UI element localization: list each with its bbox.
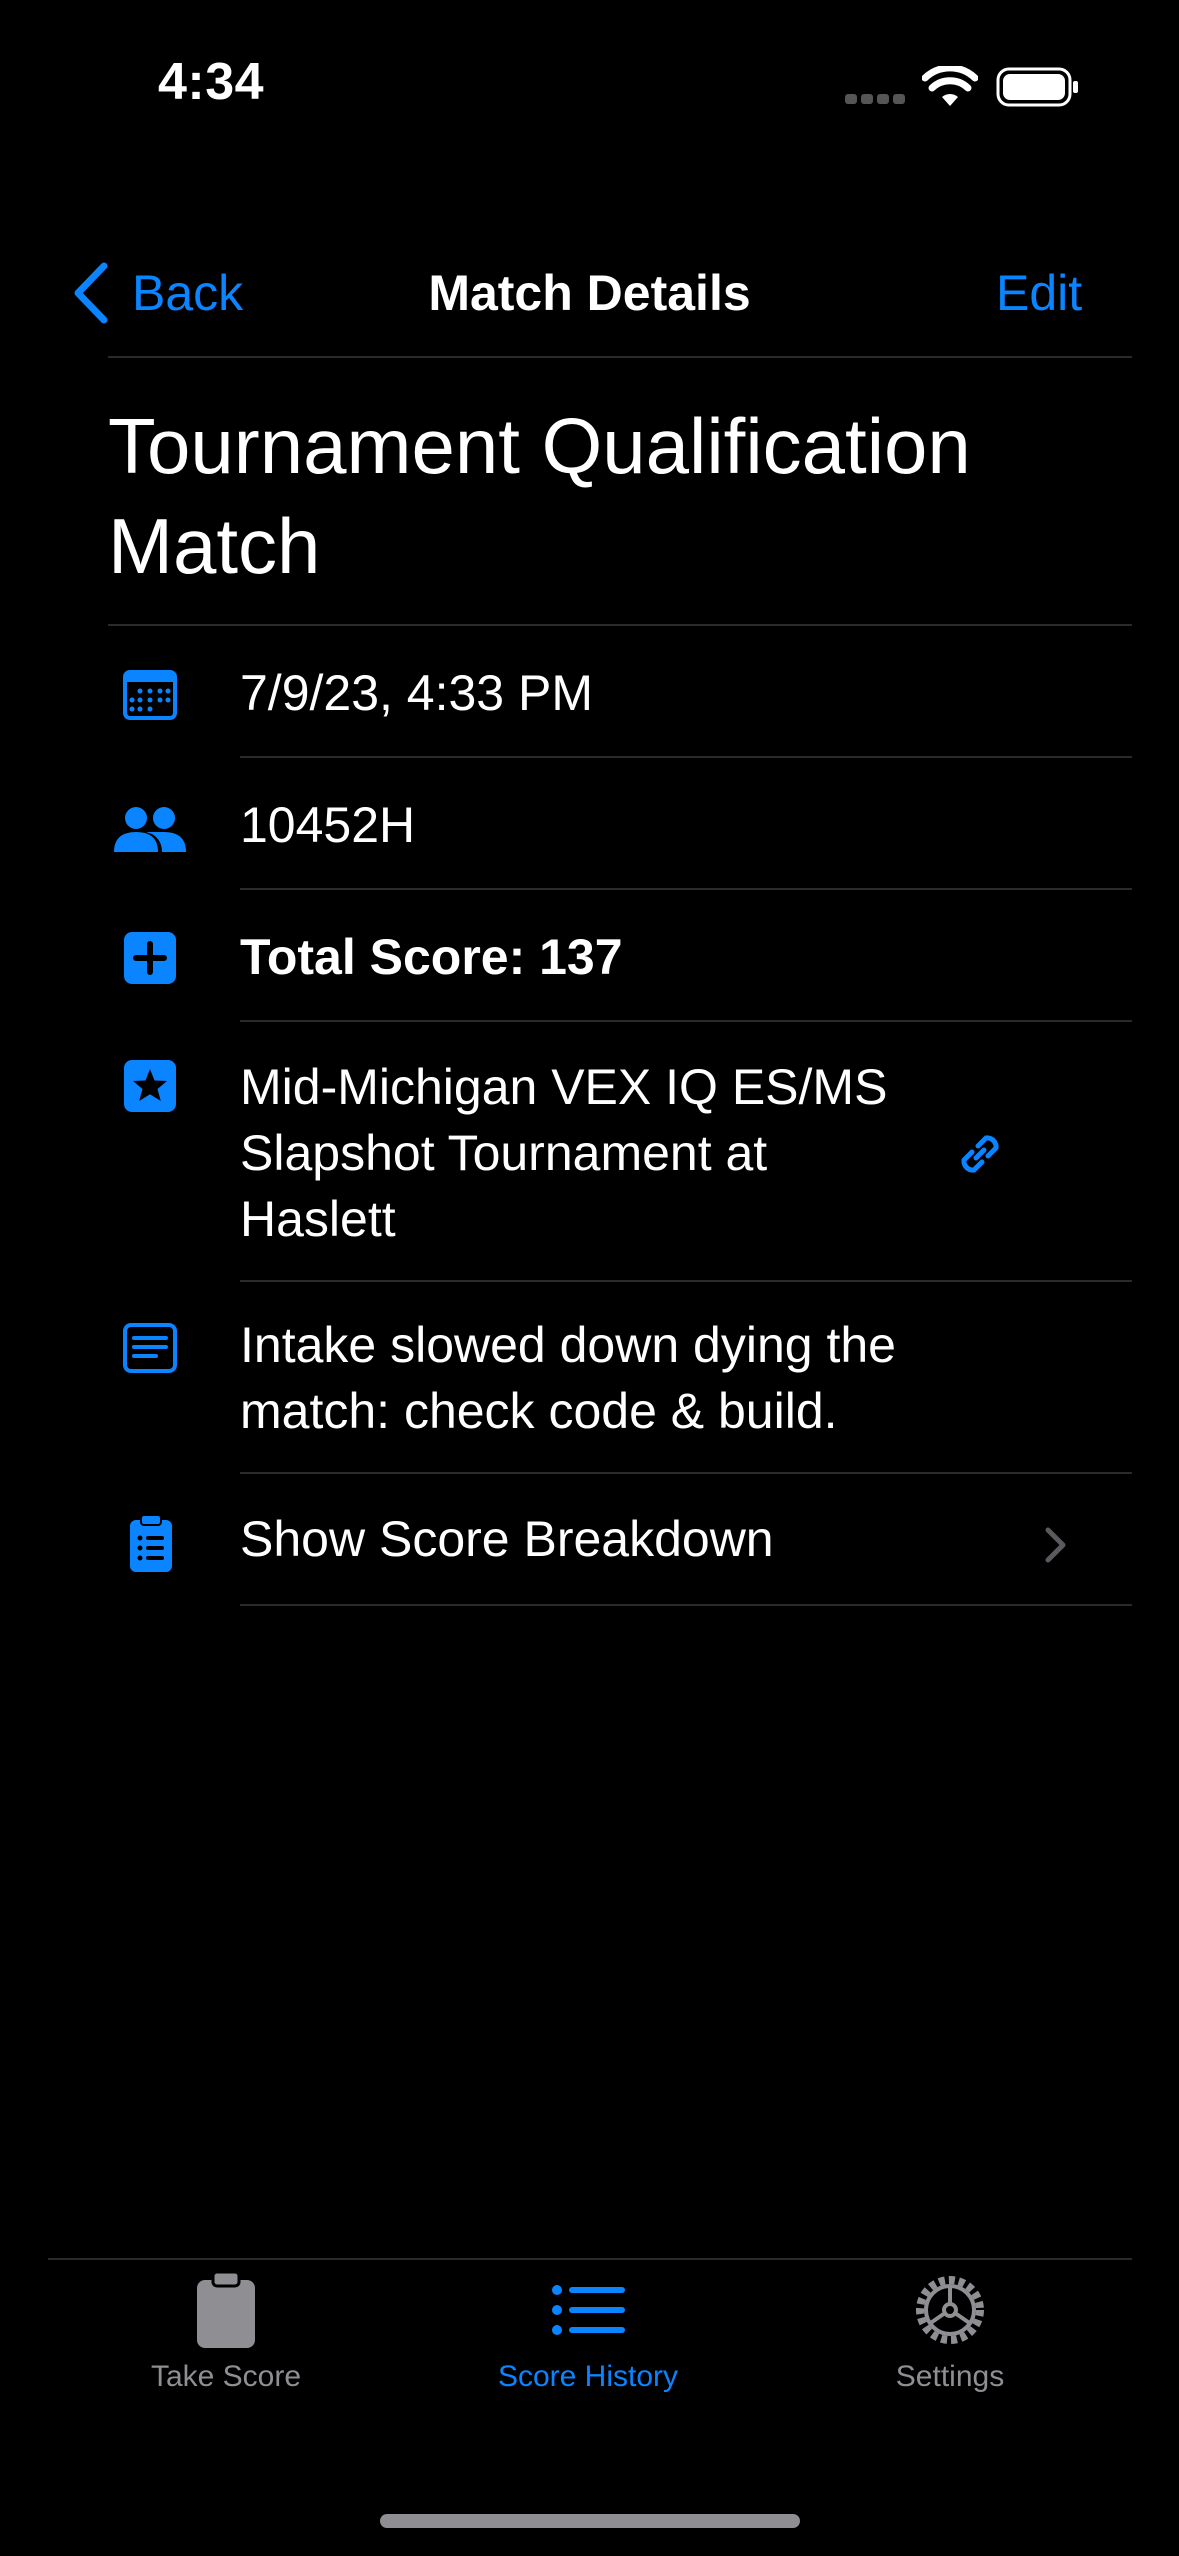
divider [240,756,1132,758]
match-notes: Intake slowed down dying the match: chec… [240,1317,896,1439]
wifi-icon [922,66,978,106]
divider [240,1472,1132,1474]
match-date: 7/9/23, 4:33 PM [240,665,594,721]
tab-label: Score History [497,2360,679,2393]
total-score: Total Score: 137 [240,929,623,985]
gear-icon [916,2276,984,2344]
divider [240,1604,1132,1606]
divider [240,888,1132,890]
divider [240,1280,1132,1282]
home-indicator[interactable] [380,2514,800,2528]
tab-take-score[interactable]: Take Score [76,2270,376,2394]
cellular-signal-icon [845,94,905,104]
divider [240,1020,1132,1022]
score-breakdown-label: Show Score Breakdown [240,1511,774,1567]
team-number: 10452H [240,797,416,853]
clipboard-list-icon [130,1514,172,1572]
tab-settings[interactable]: Settings [800,2270,1100,2394]
tab-label: Settings [895,2360,1005,2393]
score-breakdown-row[interactable]: Show Score Breakdown [108,1476,1132,1606]
star-square-icon [124,1060,176,1112]
tab-score-history[interactable]: Score History [438,2270,738,2394]
tab-bar-divider [48,2258,1132,2260]
battery-icon [996,67,1078,107]
team-icon [114,807,186,852]
note-icon [123,1323,177,1373]
calendar-icon [123,670,177,720]
divider [108,624,1132,626]
plus-square-icon [124,932,176,984]
tab-label: Take Score [150,2360,302,2393]
edit-button[interactable]: Edit [996,264,1082,322]
divider [108,356,1132,358]
tournament-name: Mid-Michigan VEX IQ ES/MS Slapshot Tourn… [240,1059,888,1247]
match-title: Tournament Qualification Match [108,402,971,590]
clipboard-icon [197,2270,255,2348]
link-icon[interactable] [950,1124,1010,1184]
list-icon [552,2285,625,2335]
chevron-right-icon [1045,1527,1066,1563]
status-time: 4:34 [158,53,265,111]
